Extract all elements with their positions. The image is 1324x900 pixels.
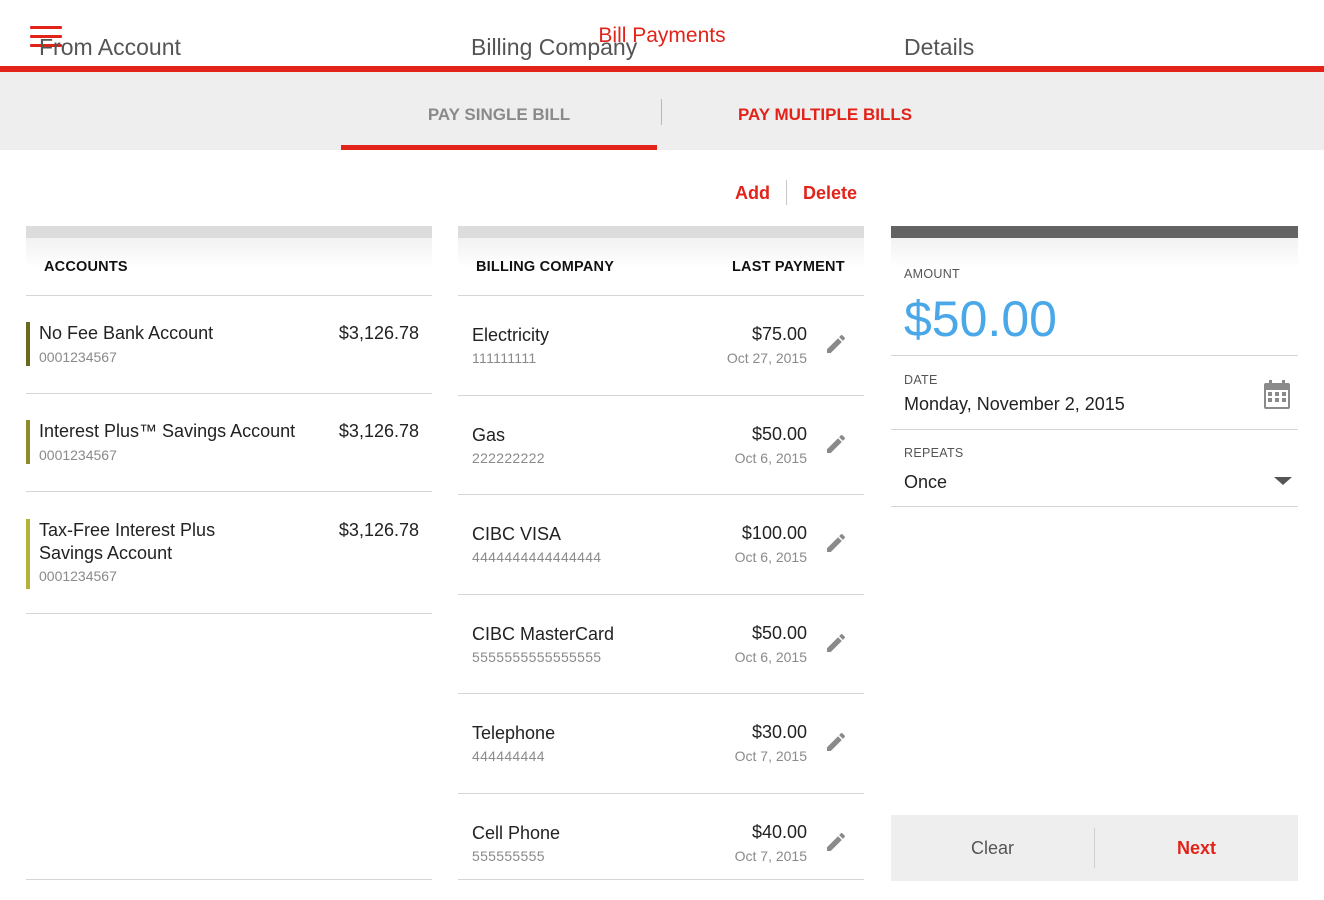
last-payment-column-header: LAST PAYMENT [732, 259, 845, 275]
date-field[interactable]: Monday, November 2, 2015 [904, 394, 1125, 415]
biller-row[interactable]: CIBC MasterCard 5555555555555555 $50.00 Oct… [458, 595, 864, 694]
divider [891, 355, 1298, 356]
accounts-column-header: ACCOUNTS [44, 259, 128, 275]
clear-button[interactable]: Clear [891, 815, 1094, 881]
from-account-heading: From Account [39, 34, 181, 60]
biller-row[interactable]: Electricity 111111111 $75.00 Oct 27, 2015 [458, 296, 864, 395]
details-bar [891, 226, 1298, 238]
account-number: 0001234567 [39, 349, 117, 365]
edit-pencil-icon[interactable] [824, 631, 848, 655]
biller-row[interactable]: CIBC VISA 4444444444444444 $100.00 Oct 6, 2… [458, 495, 864, 594]
last-payment-amount: $50.00 [751, 622, 807, 643]
amount-label: AMOUNT [904, 267, 960, 281]
add-biller-button[interactable]: Add [735, 183, 770, 204]
divider [26, 491, 432, 492]
account-color-stripe [26, 420, 30, 464]
last-payment-amount: $30.00 [751, 722, 807, 743]
account-row-interest-plus[interactable]: Interest Plus™ Savings Account 000123456… [26, 420, 432, 492]
account-balance: $3,126.78 [338, 323, 419, 343]
details-heading: Details [904, 34, 975, 60]
amount-input[interactable]: $50.00 [904, 290, 1057, 348]
last-payment-date: Oct 6, 2015 [734, 449, 807, 466]
biller-name: Cell Phone [472, 823, 561, 843]
divider [891, 506, 1298, 507]
biller-name: CIBC MasterCard [472, 623, 615, 644]
tab-pay-multiple-bills[interactable]: PAY MULTIPLE BILLS [662, 72, 988, 150]
dropdown-arrow-icon[interactable] [1274, 477, 1292, 485]
account-row-tax-free[interactable]: Tax-Free Interest Plus Savings Account 0… [26, 519, 432, 613]
account-color-stripe [26, 519, 30, 589]
biller-account-number: 4444444444444444 [472, 549, 602, 566]
action-button-bar: Clear Next [891, 815, 1298, 881]
account-name: Tax-Free Interest Plus Savings Account [39, 520, 216, 563]
delete-biller-button[interactable]: Delete [803, 183, 857, 204]
account-color-stripe [26, 322, 30, 366]
biller-name: CIBC VISA [472, 524, 562, 545]
billing-company-column-header: BILLING COMPANY [476, 259, 615, 275]
tab-label: PAY SINGLE BILL [427, 105, 571, 124]
divider [26, 879, 432, 880]
page-title: Bill Payments [598, 24, 726, 47]
last-payment-amount: $40.00 [751, 822, 807, 842]
edit-pencil-icon[interactable] [824, 332, 848, 356]
last-payment-amount: $100.00 [741, 523, 807, 544]
divider [891, 429, 1298, 430]
last-payment-date: Oct 6, 2015 [734, 648, 807, 665]
date-label: DATE [904, 373, 938, 387]
tab-label: PAY MULTIPLE BILLS [737, 105, 913, 124]
calendar-icon[interactable] [1263, 380, 1291, 410]
from-account-bar [26, 226, 432, 238]
account-balance: $3,126.78 [338, 421, 419, 441]
last-payment-date: Oct 6, 2015 [734, 549, 807, 566]
account-number: 0001234567 [39, 568, 117, 584]
edit-pencil-icon[interactable] [824, 432, 848, 456]
biller-account-number: 111111111 [472, 350, 537, 366]
billing-bar [458, 226, 864, 238]
divider [458, 879, 864, 880]
biller-row[interactable]: Gas 222222222 $50.00 Oct 6, 2015 [458, 396, 864, 495]
repeats-label: REPEATS [904, 446, 964, 460]
account-row-no-fee[interactable]: No Fee Bank Account 0001234567 $3,126.78 [26, 322, 432, 394]
tab-pay-single-bill[interactable]: PAY SINGLE BILL [341, 72, 657, 150]
edit-pencil-icon[interactable] [824, 730, 848, 754]
biller-account-number: 444444444 [472, 748, 545, 765]
last-payment-date: Oct 7, 2015 [734, 748, 807, 765]
last-payment-amount: $75.00 [751, 324, 807, 344]
edit-pencil-icon[interactable] [824, 531, 848, 555]
account-name: No Fee Bank Account [39, 323, 214, 343]
account-number: 0001234567 [39, 447, 117, 463]
biller-name: Telephone [472, 723, 556, 744]
biller-name: Gas [472, 424, 506, 445]
account-name: Interest Plus™ Savings Account [39, 421, 296, 441]
last-payment-amount: $50.00 [751, 423, 807, 444]
billing-company-heading: Billing Company [471, 34, 638, 60]
bar-shadow [891, 238, 1298, 268]
divider [26, 295, 432, 296]
next-button[interactable]: Next [1095, 815, 1298, 881]
biller-account-number: 555555555 [472, 848, 545, 864]
last-payment-date: Oct 27, 2015 [726, 350, 807, 366]
biller-name: Electricity [472, 325, 550, 345]
divider [26, 393, 432, 394]
biller-account-number: 222222222 [472, 449, 545, 466]
app-header: Bill Payments [0, 0, 1324, 67]
tab-bar: PAY SINGLE BILL PAY MULTIPLE BILLS [0, 72, 1324, 150]
biller-row[interactable]: Telephone 444444444 $30.00 Oct 7, 2015 [458, 694, 864, 793]
account-balance: $3,126.78 [338, 520, 419, 540]
active-tab-indicator [341, 145, 657, 150]
biller-account-number: 5555555555555555 [472, 648, 602, 665]
repeats-select[interactable]: Once [904, 472, 947, 493]
last-payment-date: Oct 7, 2015 [734, 848, 807, 864]
edit-pencil-icon[interactable] [824, 830, 848, 854]
divider [26, 613, 432, 614]
action-divider [786, 180, 787, 205]
